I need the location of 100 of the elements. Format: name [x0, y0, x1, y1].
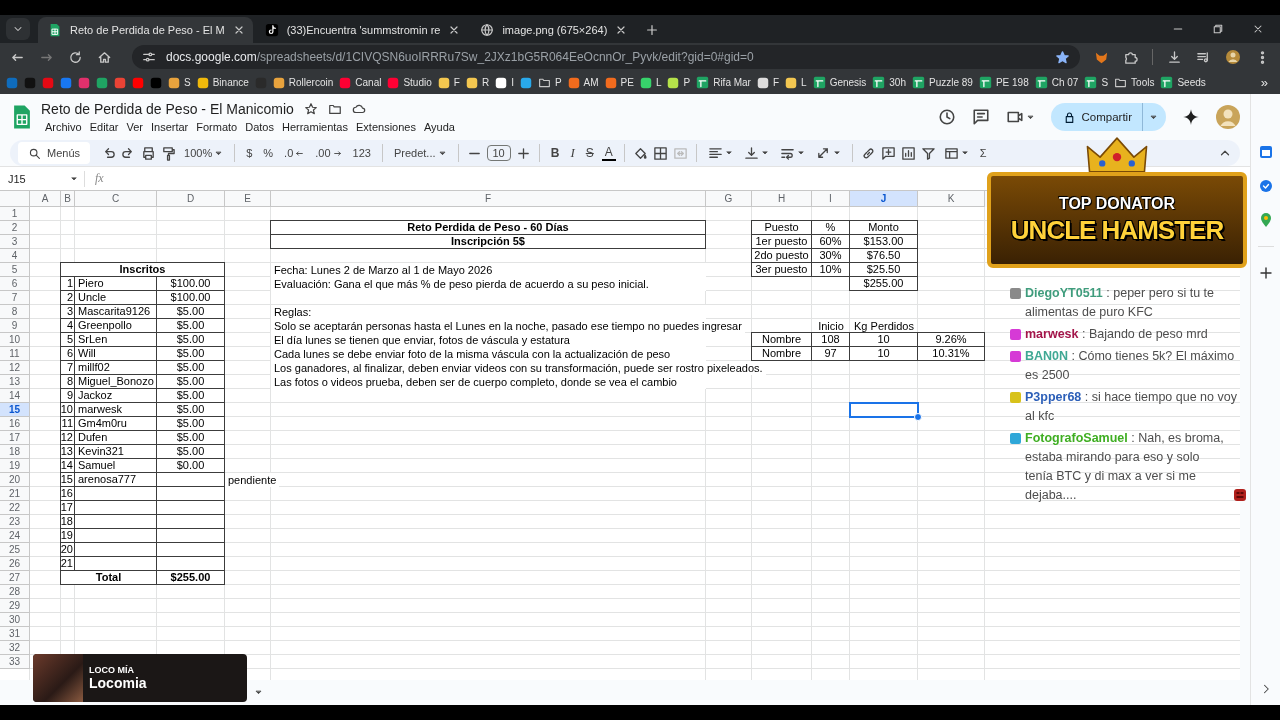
- row-header[interactable]: 30: [0, 613, 30, 627]
- bookmark-icon[interactable]: [42, 76, 54, 89]
- row-header[interactable]: 27: [0, 571, 30, 585]
- dropdown[interactable]: Predet...: [390, 142, 450, 164]
- fill-handle[interactable]: [914, 413, 922, 421]
- column-header[interactable]: I: [812, 191, 850, 207]
- address-bar[interactable]: docs.google.com/spreadsheets/d/1CIVQSN6uoIRRRu7Sw_2JXz1bG5R064EeOcnnOr_Pyvk/edit?gid=0#gid=0: [132, 45, 1080, 69]
- tasks-icon[interactable]: [1257, 178, 1274, 194]
- browser-tab[interactable]: Reto de Perdida de Peso - El M: [38, 17, 253, 43]
- row-header[interactable]: 24: [0, 529, 30, 543]
- bookmark[interactable]: Studio: [387, 76, 432, 89]
- row-header[interactable]: 23: [0, 515, 30, 529]
- puzzle-icon[interactable]: [1123, 49, 1138, 65]
- bookmark-icon[interactable]: [519, 76, 532, 89]
- bold-button[interactable]: B: [547, 142, 563, 164]
- bookmark[interactable]: Binance: [196, 76, 249, 89]
- row-header[interactable]: 8: [0, 305, 30, 319]
- row-header[interactable]: 7: [0, 291, 30, 305]
- download-icon[interactable]: [1167, 49, 1182, 65]
- print-icon[interactable]: [141, 145, 157, 161]
- plus-icon[interactable]: [1257, 265, 1274, 281]
- row-header[interactable]: 17: [0, 431, 30, 445]
- browser-tab[interactable]: (33)Encuentra 'summstromin re: [254, 17, 469, 43]
- column-header[interactable]: J: [850, 191, 918, 207]
- bookmark-icon[interactable]: [78, 76, 90, 89]
- bookmark[interactable]: PE 198: [978, 76, 1029, 89]
- row-header[interactable]: 9: [0, 319, 30, 333]
- dropdown[interactable]: 100%: [181, 142, 227, 164]
- row-header[interactable]: 32: [0, 641, 30, 655]
- history-icon[interactable]: [937, 108, 956, 126]
- font-size-field[interactable]: 10: [486, 145, 511, 161]
- column-header[interactable]: B: [61, 191, 75, 207]
- reload-icon[interactable]: [68, 49, 83, 65]
- row-header[interactable]: 33: [0, 655, 30, 669]
- bookmark[interactable]: S: [168, 76, 191, 89]
- row-header[interactable]: 14: [0, 389, 30, 403]
- column-header[interactable]: K: [918, 191, 985, 207]
- bookmark[interactable]: Genesis: [812, 76, 867, 89]
- share-button[interactable]: Compartir: [1050, 103, 1166, 131]
- bookmark[interactable]: P: [537, 76, 562, 89]
- row-header[interactable]: 25: [0, 543, 30, 557]
- functions-button[interactable]: Σ: [976, 142, 990, 164]
- row-header[interactable]: 18: [0, 445, 30, 459]
- paint-icon[interactable]: [161, 145, 177, 161]
- more-bookmarks-button[interactable]: »: [1254, 75, 1274, 90]
- bookmark[interactable]: AM: [567, 76, 599, 89]
- calendar-icon[interactable]: [1257, 144, 1274, 160]
- bookmark[interactable]: Rollercoin: [272, 76, 334, 89]
- text-color-button[interactable]: A: [601, 145, 616, 161]
- bookmark[interactable]: Canal: [339, 76, 382, 89]
- row-header[interactable]: 3: [0, 235, 30, 249]
- menu-item[interactable]: Extensiones: [352, 119, 420, 134]
- row-header[interactable]: 10: [0, 333, 30, 347]
- browser-tab[interactable]: image.png (675×264): [470, 17, 636, 43]
- menu-item[interactable]: Ayuda: [419, 119, 459, 134]
- row-header[interactable]: 4: [0, 249, 30, 263]
- row-header[interactable]: 16: [0, 417, 30, 431]
- close-icon[interactable]: [1252, 23, 1264, 35]
- filter-icon[interactable]: [920, 145, 936, 161]
- caret-icon[interactable]: [254, 688, 263, 697]
- plus-icon[interactable]: [515, 145, 531, 161]
- bookmark-icon[interactable]: [60, 76, 72, 89]
- decrease-decimals-button[interactable]: .0: [281, 142, 308, 164]
- bookmark[interactable]: Ch 07: [1034, 76, 1079, 89]
- fill-icon[interactable]: [632, 145, 648, 161]
- column-header[interactable]: D: [157, 191, 225, 207]
- chart-icon[interactable]: [900, 145, 916, 161]
- bookmark[interactable]: R: [465, 76, 490, 89]
- bookmark-icon[interactable]: [132, 76, 144, 89]
- comment-icon[interactable]: [880, 145, 896, 161]
- column-header[interactable]: C: [75, 191, 157, 207]
- row-header[interactable]: 31: [0, 627, 30, 641]
- sheets-logo-icon[interactable]: [12, 104, 32, 130]
- bookmark[interactable]: PE: [604, 76, 634, 89]
- document-title[interactable]: Reto de Perdida de Peso - El Manicomio: [41, 100, 294, 117]
- new-tab-icon[interactable]: [645, 23, 660, 37]
- row-header[interactable]: 20: [0, 473, 30, 487]
- bookmark-icon[interactable]: [114, 76, 126, 89]
- column-header[interactable]: E: [225, 191, 271, 207]
- row-header[interactable]: 29: [0, 599, 30, 613]
- row-header[interactable]: 11: [0, 347, 30, 361]
- tab-search-button[interactable]: [6, 18, 30, 40]
- bookmark[interactable]: 30h: [872, 76, 906, 89]
- media-icon[interactable]: [1196, 49, 1211, 65]
- sparkle-icon[interactable]: [1182, 108, 1200, 126]
- profile-icon[interactable]: [1225, 49, 1241, 65]
- increase-decimals-button[interactable]: .00: [312, 142, 345, 164]
- bookmark[interactable]: Seeds: [1160, 76, 1206, 89]
- row-header[interactable]: 2: [0, 221, 30, 235]
- menu-item[interactable]: Datos: [241, 119, 278, 134]
- link-icon[interactable]: [860, 145, 876, 161]
- star-icon[interactable]: [303, 101, 318, 116]
- menu-item[interactable]: Editar: [85, 119, 123, 134]
- bookmark[interactable]: Rifa Mar: [696, 76, 751, 89]
- bookmark[interactable]: L: [785, 76, 807, 89]
- selected-cell[interactable]: [849, 402, 919, 418]
- borders-icon[interactable]: [652, 145, 668, 161]
- format-button[interactable]: $: [243, 142, 256, 164]
- bookmark[interactable]: Puzzle 89: [912, 76, 973, 89]
- bookmark[interactable]: F: [756, 76, 780, 89]
